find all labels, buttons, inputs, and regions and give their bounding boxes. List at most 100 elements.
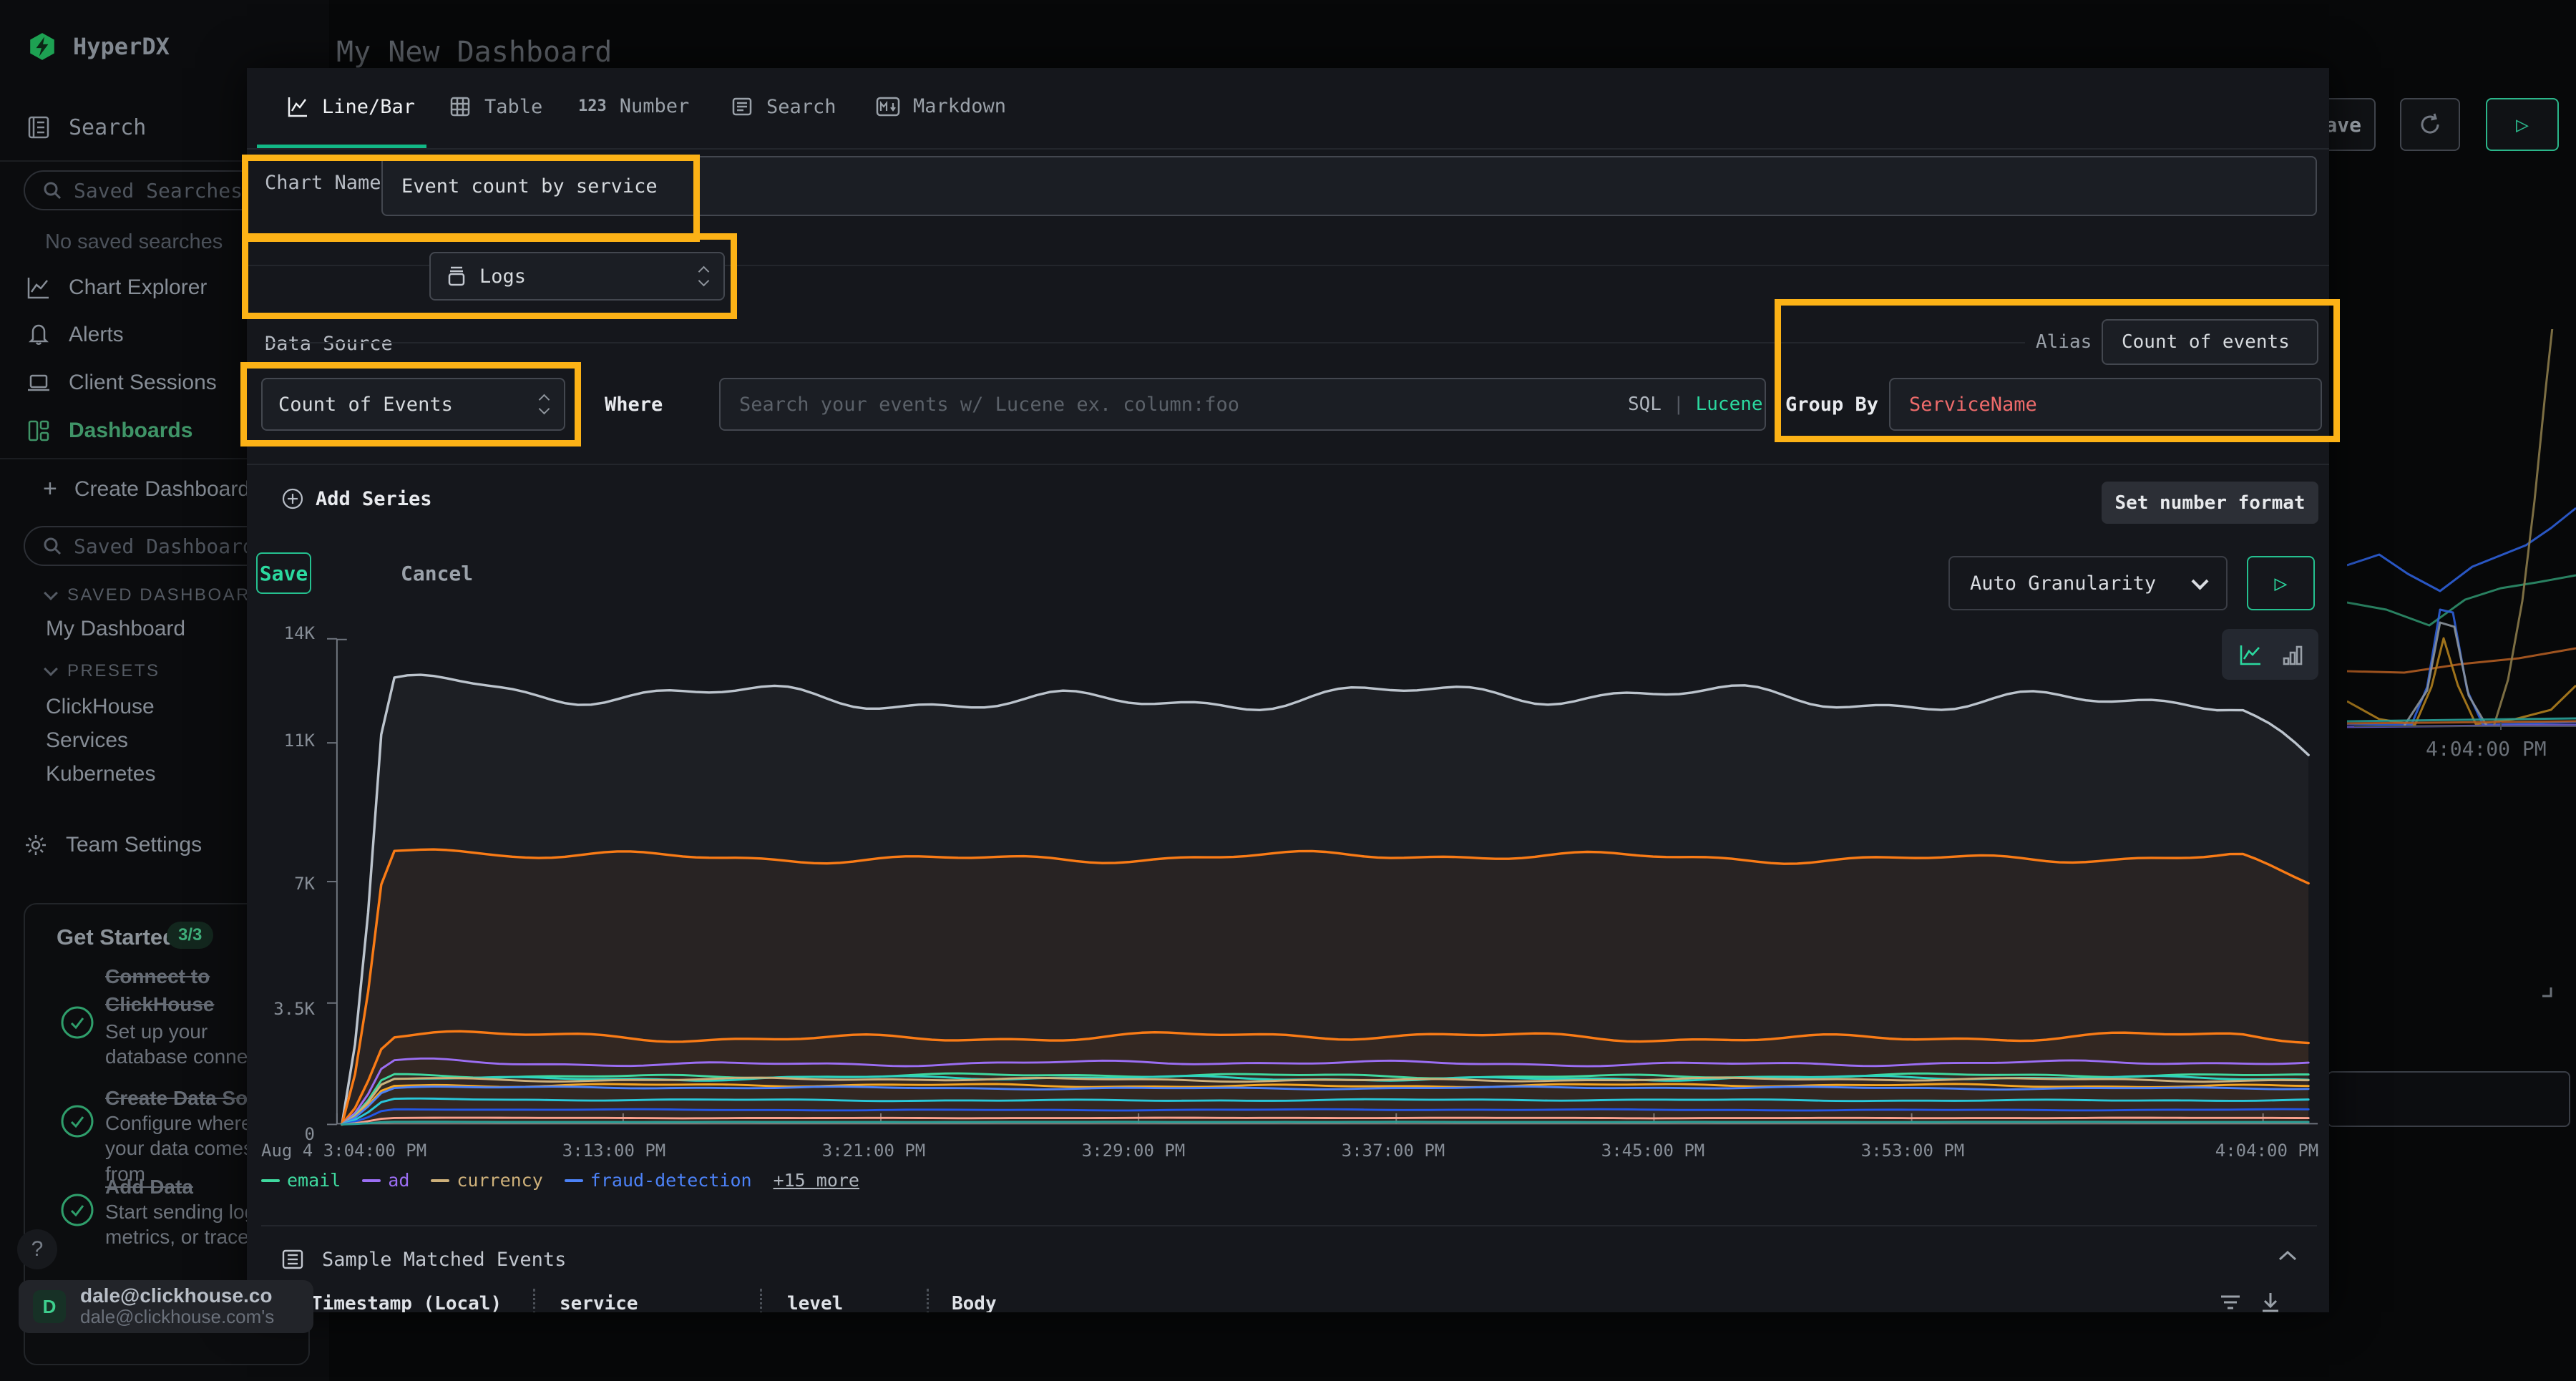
tab-label: Number [620, 95, 690, 117]
sidebar-item-services[interactable]: Services [46, 728, 128, 753]
line-chart-icon [286, 95, 309, 118]
background-chart-x-label: 4:04:00 PM [2426, 737, 2547, 761]
sidebar-item-dashboards[interactable]: Dashboards [26, 418, 192, 444]
hyperdx-logo-icon [27, 31, 57, 62]
legend-item-currency[interactable]: currency [431, 1170, 542, 1191]
background-chart [2347, 329, 2576, 730]
tab-label: Search [766, 96, 836, 118]
query-language-toggle: SQL | Lucene [1628, 394, 1763, 415]
sql-toggle[interactable]: SQL [1628, 394, 1662, 415]
data-source-label: Data Source [265, 333, 393, 355]
legend-item-fraud-detection[interactable]: fraud-detection [565, 1170, 752, 1191]
legend-swatch [261, 1179, 280, 1182]
column-header-timestamp[interactable]: Timestamp (Local) [311, 1293, 502, 1312]
column-separator [927, 1289, 929, 1312]
x-tick-label: Aug 4 3:04:00 PM [261, 1141, 426, 1161]
annotation-box-aggregation [240, 362, 581, 446]
search-icon [42, 536, 62, 556]
search-icon [42, 180, 62, 200]
column-header-level[interactable]: level [787, 1293, 843, 1312]
section-saved-dashboards[interactable]: SAVED DASHBOARDS [46, 585, 278, 605]
background-empty-input[interactable] [2327, 1071, 2570, 1127]
active-tab-underline [257, 145, 426, 148]
tab-label: Line/Bar [322, 96, 415, 118]
chart-legend: email ad currency fraud-detection +15 mo… [261, 1170, 859, 1191]
logo[interactable]: HyperDX [27, 31, 170, 62]
tab-table[interactable]: Table [449, 95, 542, 118]
x-tick-label: 3:37:00 PM [1286, 1141, 1501, 1161]
x-tick-label: 4:04:00 PM [2160, 1141, 2329, 1161]
granularity-select[interactable]: Auto Granularity [1948, 556, 2228, 610]
saved-searches-placeholder: Saved Searches [74, 179, 243, 202]
sidebar-item-my-dashboard[interactable]: My Dashboard [46, 617, 185, 641]
sidebar-item-kubernetes[interactable]: Kubernetes [46, 762, 155, 786]
plus-icon: + [43, 475, 57, 503]
download-icon[interactable] [2259, 1290, 2282, 1312]
x-tick-label: 3:13:00 PM [507, 1141, 721, 1161]
sidebar-item-label: Search [69, 115, 146, 140]
check-circle-icon [59, 1103, 95, 1142]
resize-handle-icon[interactable] [2537, 982, 2554, 1002]
chart-plot-area[interactable] [326, 633, 2322, 1134]
tab-search[interactable]: Search [731, 95, 836, 118]
tab-markdown[interactable]: Markdown [876, 95, 1006, 117]
tab-number[interactable]: 123 Number [578, 95, 689, 117]
play-icon: ▷ [2516, 112, 2529, 137]
annotation-box-data-source [242, 233, 737, 319]
sample-events-header: Sample Matched Events [280, 1247, 566, 1272]
legend-more-link[interactable]: +15 more [774, 1170, 859, 1191]
legend-swatch [362, 1179, 381, 1182]
sidebar-item-label: Chart Explorer [69, 275, 207, 300]
legend-swatch [431, 1179, 449, 1182]
user-menu-chip[interactable]: D dale@clickhouse.co dale@clickhouse.com… [19, 1280, 313, 1333]
sidebar-item-alerts[interactable]: Alerts [26, 322, 124, 348]
legend-item-email[interactable]: email [261, 1170, 341, 1191]
sidebar-item-search[interactable]: Search [26, 114, 146, 140]
refresh-icon [2416, 111, 2444, 138]
column-separator [760, 1289, 762, 1312]
chevron-down-icon [2191, 572, 2208, 590]
lucene-toggle[interactable]: Lucene [1696, 394, 1763, 415]
sidebar-item-label: Dashboards [69, 419, 192, 443]
dashboard-run-button[interactable]: ▷ [2486, 98, 2559, 151]
collapse-chevron-icon[interactable] [2275, 1247, 2300, 1267]
where-input[interactable] [719, 378, 1766, 431]
number-123-icon: 123 [578, 97, 607, 115]
run-chart-button[interactable]: ▷ [2247, 556, 2315, 610]
x-tick-label: 3:45:00 PM [1546, 1141, 1760, 1161]
column-header-body[interactable]: Body [952, 1293, 997, 1312]
refresh-button[interactable] [2400, 98, 2460, 151]
add-series-button[interactable]: Add Series [281, 487, 432, 510]
section-label: PRESETS [67, 661, 160, 681]
legend-swatch [565, 1179, 583, 1182]
chevron-down-icon [44, 662, 58, 676]
set-number-format-button[interactable]: Set number format [2102, 482, 2318, 524]
sidebar-item-client-sessions[interactable]: Client Sessions [26, 370, 217, 396]
filter-lines-icon[interactable] [2218, 1292, 2243, 1312]
sidebar-item-chart-explorer[interactable]: Chart Explorer [26, 275, 207, 301]
y-tick-label: 7K [258, 874, 315, 894]
cancel-button[interactable]: Cancel [401, 562, 473, 585]
plus-circle-icon [281, 487, 304, 510]
save-button[interactable]: Save [256, 552, 311, 594]
get-started-badge: 3/3 [167, 922, 213, 949]
x-tick-label: 3:53:00 PM [1805, 1141, 2020, 1161]
logo-text: HyperDX [73, 33, 170, 60]
y-tick-label: 3.5K [258, 999, 315, 1019]
separator [266, 342, 2025, 343]
sidebar-item-team-settings[interactable]: Team Settings [23, 832, 202, 858]
create-dashboard-button[interactable]: + Create Dashboard [43, 475, 250, 503]
create-dashboard-label: Create Dashboard [74, 477, 250, 502]
sidebar-item-clickhouse[interactable]: ClickHouse [46, 695, 155, 719]
annotation-box-group-by-alias [1775, 299, 2340, 442]
search-doc-icon [26, 114, 52, 140]
event-list-icon [280, 1247, 305, 1272]
annotation-box-chart-name [242, 155, 700, 242]
legend-item-ad[interactable]: ad [362, 1170, 409, 1191]
add-series-label: Add Series [316, 488, 432, 510]
sample-events-label: Sample Matched Events [322, 1249, 566, 1271]
column-header-service[interactable]: service [560, 1293, 638, 1312]
section-presets[interactable]: PRESETS [46, 661, 160, 681]
help-button[interactable]: ? [17, 1229, 57, 1269]
tab-line-bar[interactable]: Line/Bar [286, 95, 415, 118]
